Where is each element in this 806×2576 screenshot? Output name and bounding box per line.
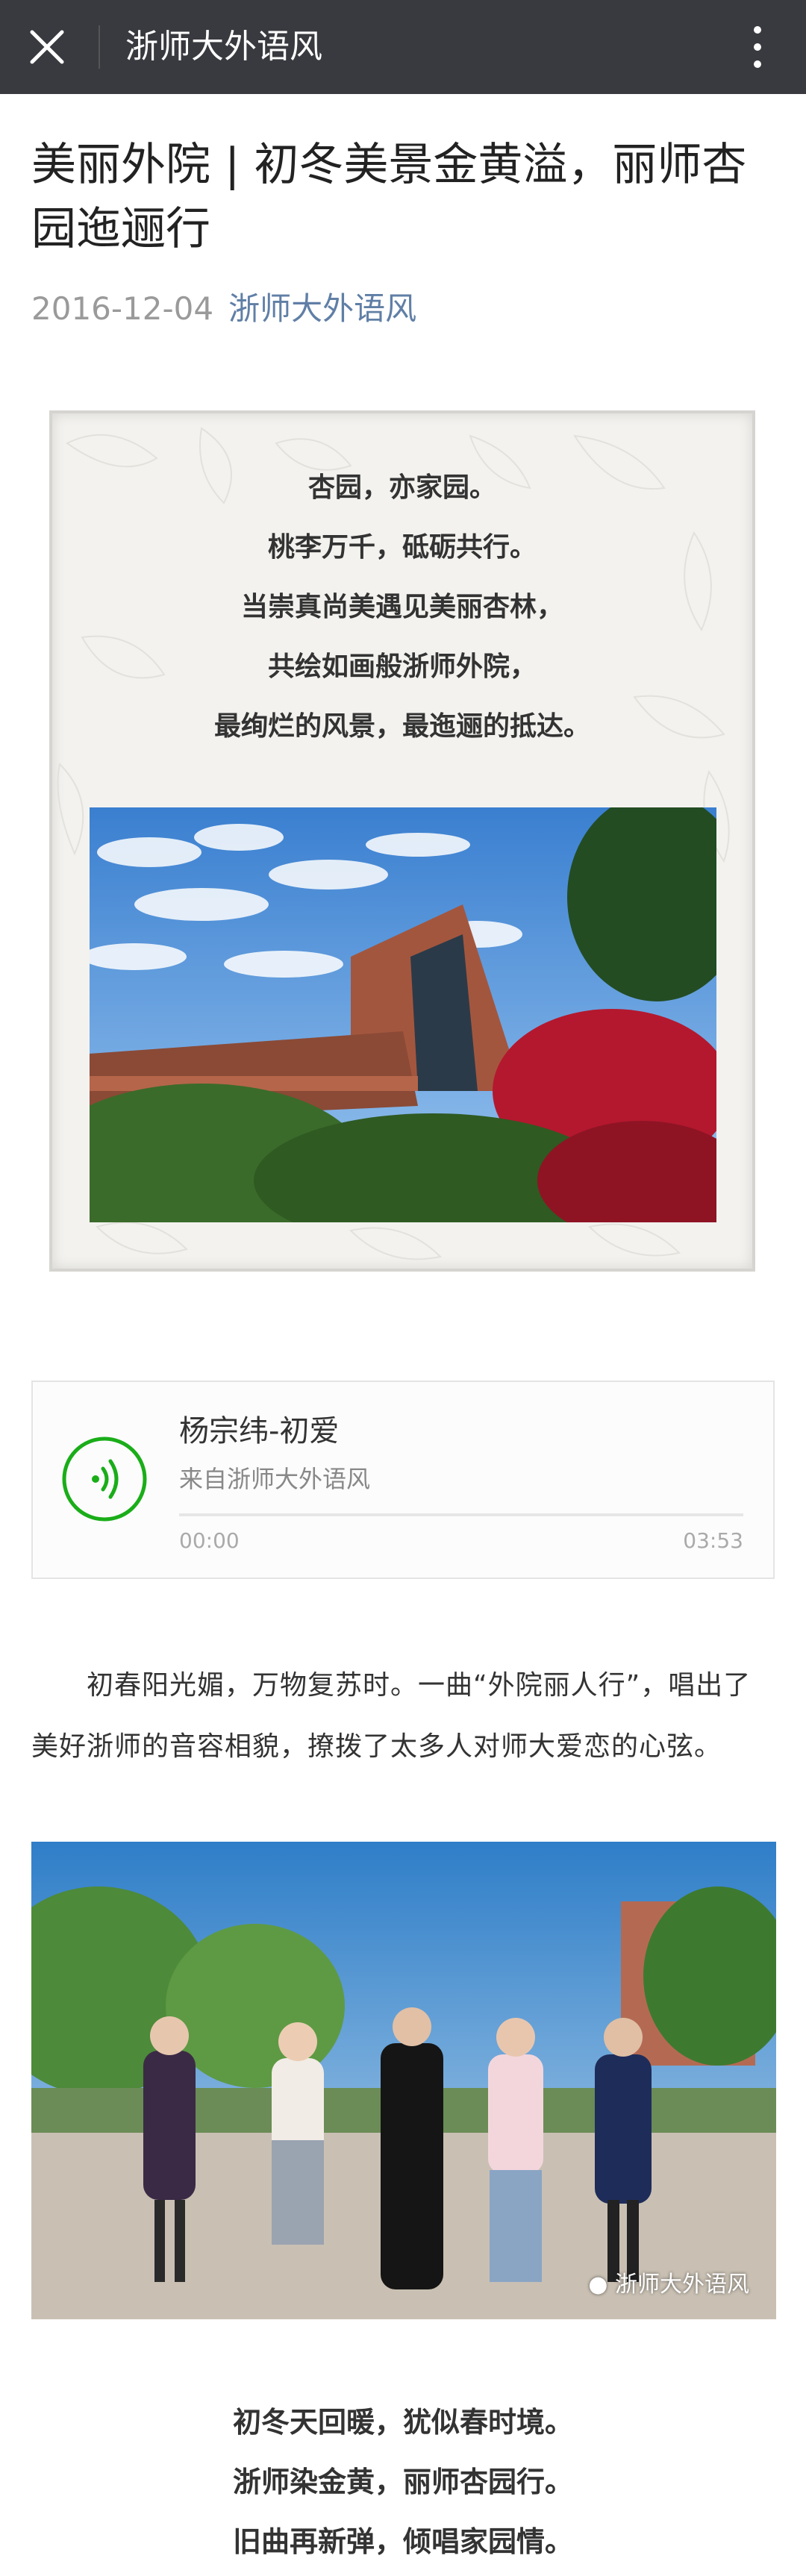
poem-text: 杏园，亦家园。 桃李万千，砥砺共行。 当崇真尚美遇见美丽杏林， 共绘如画般浙师外…	[52, 458, 752, 757]
audio-time-current: 00:00	[179, 1528, 240, 1553]
more-icon[interactable]	[746, 22, 769, 72]
close-icon[interactable]	[28, 28, 66, 66]
account-link[interactable]: 浙师大外语风	[228, 290, 416, 327]
poem-line: 最绚烂的风景，最迤逦的抵达。	[213, 711, 590, 742]
campus-building-photo[interactable]	[90, 807, 716, 1222]
top-bar: 浙师大外语风	[0, 0, 806, 94]
closing-poem-line: 浙师染金黄，丽师杏园行。	[232, 2466, 573, 2498]
closing-poem-line: 旧曲再新弹，倾唱家园情。	[232, 2525, 573, 2558]
audio-player: 杨宗纬-初爱 来自浙师大外语风 00:00 03:53	[31, 1381, 775, 1579]
article-date: 2016-12-04	[31, 290, 214, 327]
article-title: 美丽外院 | 初冬美景金黄溢，丽师杏园迤逦行	[31, 139, 747, 255]
audio-source: 来自浙师大外语风	[179, 1465, 371, 1493]
closing-poem: 初冬天回暖，犹似春时境。 浙师染金黄，丽师杏园行。 旧曲再新弹，倾唱家园情。	[0, 2392, 806, 2572]
photo-watermark: ● 浙师大外语风	[588, 2266, 749, 2298]
poem-line: 杏园，亦家园。	[307, 472, 496, 503]
audio-progress-track[interactable]	[179, 1513, 743, 1516]
article-meta: 2016-12-04 浙师大外语风	[31, 287, 416, 331]
topbar-divider	[99, 25, 100, 69]
article-paragraph: 初春阳光媚，万物复苏时。一曲“外院丽人行”，唱出了美好浙师的音容相貌，撩拨了太多…	[31, 1670, 752, 1762]
closing-poem-line: 初冬天回暖，犹似春时境。	[232, 2406, 573, 2439]
audio-song-title: 杨宗纬-初爱	[179, 1414, 340, 1448]
audio-time-total: 03:53	[683, 1528, 743, 1553]
topbar-title: 浙师大外语风	[125, 28, 322, 66]
group-photo-image	[31, 1842, 776, 2319]
poem-line: 当崇真尚美遇见美丽杏林，	[240, 592, 563, 622]
poem-line: 共绘如画般浙师外院，	[267, 651, 537, 682]
audio-play-icon[interactable]	[61, 1436, 148, 1522]
poem-card: 杏园，亦家园。 桃李万千，砥砺共行。 当崇真尚美遇见美丽杏林， 共绘如画般浙师外…	[49, 410, 755, 1272]
wechat-logo-icon: ●	[588, 2272, 608, 2298]
photo-watermark-text: 浙师大外语风	[615, 2272, 749, 2298]
group-photo[interactable]: ● 浙师大外语风	[31, 1842, 776, 2319]
poem-line: 桃李万千，砥砺共行。	[267, 532, 537, 563]
